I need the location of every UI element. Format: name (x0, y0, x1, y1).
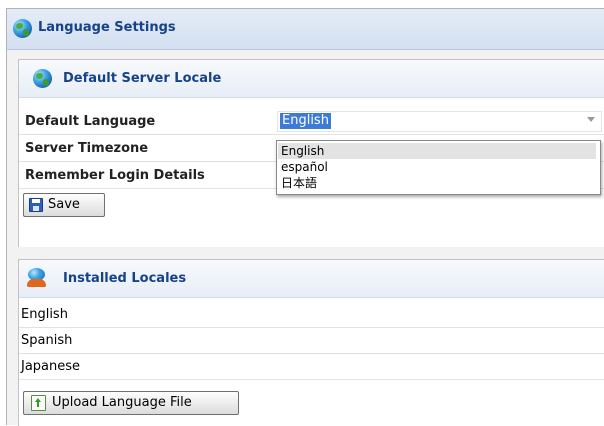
panel-header: Installed Locales (19, 260, 604, 298)
globe-icon (13, 19, 32, 38)
locale-list-item: English (19, 302, 604, 328)
panel-title: Installed Locales (63, 271, 187, 286)
language-option-espanol[interactable]: español (278, 159, 596, 175)
language-settings-window: Language Settings Default Server Locale … (6, 8, 604, 426)
user-globe-icon (27, 268, 46, 287)
language-option-japanese[interactable]: 日本語 (278, 175, 596, 191)
installed-locales-panel: Installed Locales English Spanish Japane… (18, 259, 604, 426)
remember-login-label: Remember Login Details (25, 168, 205, 183)
locale-name: Spanish (21, 333, 73, 348)
save-button[interactable]: Save (23, 193, 105, 217)
panel-title: Default Server Locale (63, 71, 222, 86)
floppy-disk-icon (29, 198, 43, 212)
default-language-label: Default Language (25, 114, 156, 129)
window-title: Language Settings (38, 20, 176, 35)
panel-header: Default Server Locale (19, 60, 604, 98)
upload-button-label: Upload Language File (52, 395, 192, 410)
title-bar: Language Settings (7, 9, 604, 50)
locale-name: English (21, 307, 68, 322)
chevron-down-icon (587, 117, 595, 122)
selected-language-value: English (280, 113, 331, 129)
language-dropdown-list[interactable]: English español 日本語 (276, 140, 601, 195)
locale-name: Japanese (21, 359, 81, 374)
upload-language-file-button[interactable]: Upload Language File (23, 391, 239, 415)
locale-list-item: Spanish (19, 328, 604, 354)
locale-list-item: Japanese (19, 354, 604, 380)
default-language-row: Default Language English (19, 108, 604, 135)
upload-file-icon (31, 395, 46, 411)
server-timezone-label: Server Timezone (25, 141, 149, 156)
save-button-label: Save (48, 197, 80, 212)
language-option-english[interactable]: English (278, 143, 596, 159)
default-language-select[interactable]: English (277, 111, 602, 132)
globe-icon (33, 69, 52, 88)
